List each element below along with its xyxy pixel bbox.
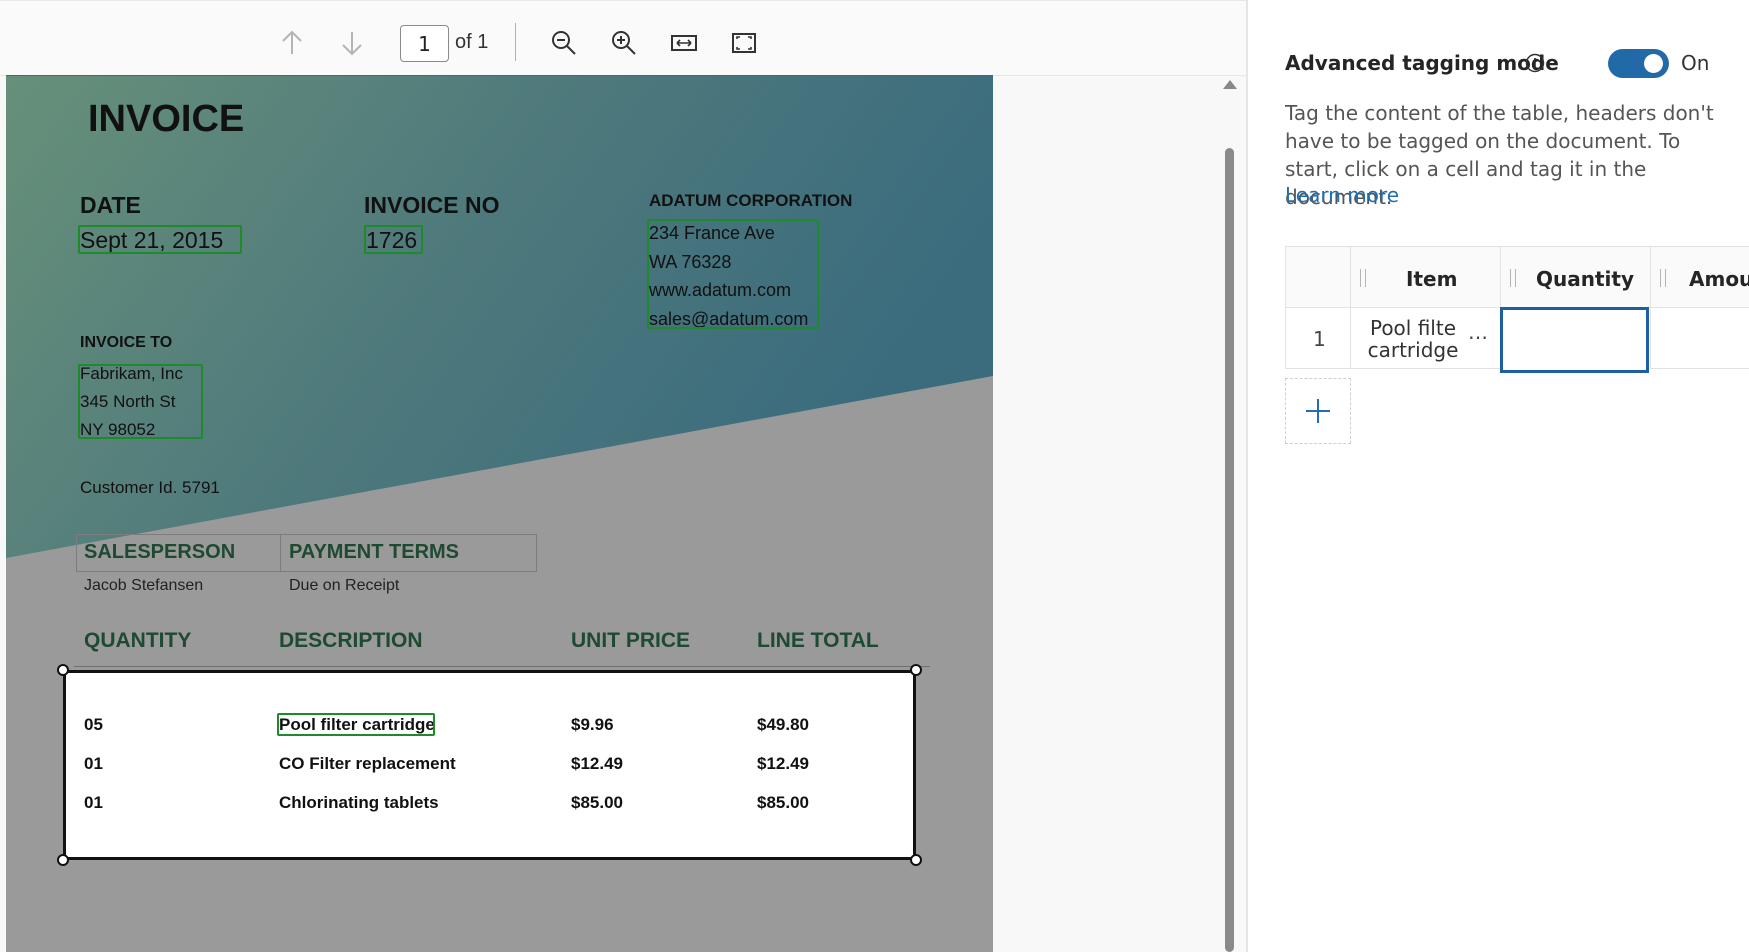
tagging-panel: Advanced tagging mode On Tag the content… (1246, 0, 1749, 952)
plus-icon (1306, 399, 1330, 423)
resize-handle-bottom-right[interactable] (910, 854, 922, 866)
invoice-no-tag-box[interactable] (364, 225, 423, 254)
salesperson-value: Jacob Stefansen (84, 577, 204, 594)
row1-unit-price: $9.96 (571, 715, 614, 734)
row2-quantity: 01 (84, 754, 103, 773)
column-resize-grip-icon[interactable] (1510, 269, 1516, 287)
document-viewer: of 1 (0, 0, 1246, 952)
advanced-tagging-toggle[interactable] (1608, 49, 1669, 78)
app-root: of 1 (0, 0, 1749, 952)
table-corner-cell (1285, 246, 1351, 308)
resize-handle-top-left[interactable] (57, 664, 69, 676)
payment-terms-value: Due on Receipt (289, 577, 400, 594)
zoom-in-icon[interactable] (606, 25, 642, 61)
fit-page-icon[interactable] (726, 25, 762, 61)
resize-handle-top-right[interactable] (910, 664, 922, 676)
row3-line-total: $85.00 (757, 793, 809, 812)
learn-more-link[interactable]: Learn more (1285, 183, 1399, 207)
item-cell-value: Pool filte cartridge (1363, 317, 1463, 361)
row1-quantity: 05 (84, 715, 103, 734)
header-cell-amount[interactable]: Amour (1650, 246, 1749, 308)
viewer-toolbar: of 1 (0, 0, 1246, 76)
arrow-up-icon[interactable] (274, 25, 310, 61)
column-header-description: DESCRIPTION (279, 629, 423, 652)
add-row-button[interactable] (1285, 378, 1351, 444)
row3-description: Chlorinating tablets (279, 793, 439, 812)
payment-terms-label: PAYMENT TERMS (289, 541, 460, 563)
page-count-label: of 1 (455, 31, 489, 53)
row3-quantity: 01 (84, 793, 103, 812)
row2-description: CO Filter replacement (279, 754, 456, 773)
column-resize-grip-icon[interactable] (1360, 269, 1366, 287)
description-tag-box[interactable] (277, 713, 435, 736)
arrow-down-icon[interactable] (334, 25, 370, 61)
more-options-icon[interactable]: … (1468, 320, 1488, 344)
tagging-table: Item Quantity Amour 1 Pool filte cartrid… (1285, 246, 1749, 444)
column-header-underline (74, 666, 930, 667)
header-cell-item[interactable]: Item (1350, 246, 1501, 308)
company-name: ADATUM CORPORATION (649, 191, 853, 210)
toggle-state-label: On (1681, 51, 1710, 75)
item-cell-line: Pool filte (1369, 316, 1457, 340)
date-label: DATE (80, 192, 141, 218)
row-index-cell: 1 (1285, 307, 1351, 369)
fit-width-icon[interactable] (666, 25, 702, 61)
invoice-to-label: INVOICE TO (80, 334, 173, 351)
invoice-no-label: INVOICE NO (364, 192, 500, 218)
column-header-line-total: LINE TOTAL (757, 629, 879, 652)
item-cell[interactable]: Pool filte cartridge … (1350, 307, 1501, 369)
row-index: 1 (1313, 327, 1326, 351)
salesperson-label: SALESPERSON (84, 541, 236, 563)
amount-cell[interactable] (1650, 307, 1749, 369)
header-cell-quantity[interactable]: Quantity (1500, 246, 1651, 308)
date-tag-box[interactable] (78, 225, 242, 254)
header-quantity: Quantity (1536, 267, 1634, 291)
header-amount: Amour (1689, 267, 1749, 291)
scroll-up-arrow-icon[interactable] (1223, 80, 1237, 89)
row2-line-total: $12.49 (757, 754, 809, 773)
invoice-to-tag-box[interactable] (78, 364, 203, 439)
customer-id: Customer Id. 5791 (80, 478, 220, 497)
column-resize-grip-icon[interactable] (1660, 269, 1666, 287)
column-header-unit-price: UNIT PRICE (571, 629, 691, 652)
invoice-page: INVOICE DATE Sept 21, 2015 INVOICE NO 17… (6, 76, 993, 952)
header-item: Item (1406, 267, 1458, 291)
toggle-knob (1644, 54, 1663, 73)
company-address-tag-box[interactable] (647, 219, 819, 329)
invoice-title: INVOICE (88, 98, 245, 140)
page-number-input[interactable] (400, 25, 449, 62)
info-icon[interactable] (1525, 53, 1545, 73)
toolbar-divider (515, 23, 516, 61)
terms-table-divider (280, 534, 281, 572)
advanced-tagging-label: Advanced tagging mode (1285, 51, 1559, 75)
column-header-quantity: QUANTITY (84, 629, 192, 652)
row1-line-total: $49.80 (757, 715, 809, 734)
row2-unit-price: $12.49 (571, 754, 623, 773)
zoom-out-icon[interactable] (546, 25, 582, 61)
row3-unit-price: $85.00 (571, 793, 623, 812)
quantity-cell-selected[interactable] (1500, 307, 1649, 373)
scrollbar-thumb[interactable] (1225, 148, 1234, 952)
item-cell-line: cartridge (1367, 338, 1459, 362)
resize-handle-bottom-left[interactable] (57, 854, 69, 866)
